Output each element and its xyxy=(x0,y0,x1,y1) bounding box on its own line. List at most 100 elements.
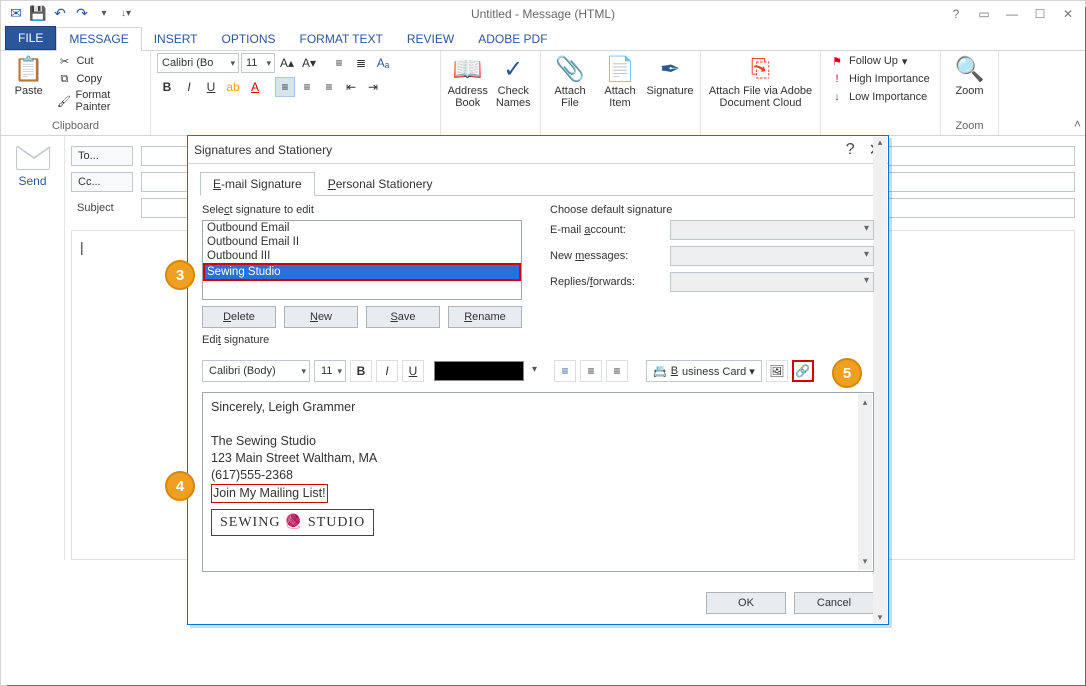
cancel-button[interactable]: Cancel xyxy=(794,592,874,614)
font-size-select[interactable]: 11 xyxy=(241,53,275,73)
edit-italic-icon[interactable]: I xyxy=(376,360,398,382)
cut-button[interactable]: ✂Cut xyxy=(56,53,144,69)
attach-item-icon: 📄 xyxy=(604,53,636,85)
copy-button[interactable]: ⧉Copy xyxy=(56,71,144,87)
dialog-help-icon[interactable]: ? xyxy=(846,141,855,159)
tab-review[interactable]: REVIEW xyxy=(395,28,466,50)
select-signature-label: Select signature to edit xyxy=(202,204,522,216)
replies-label: Replies/forwards: xyxy=(550,276,660,288)
tab-insert[interactable]: INSERT xyxy=(142,28,210,50)
edit-align-right-icon[interactable]: ≡ xyxy=(606,360,628,382)
align-left-icon[interactable]: ≡ xyxy=(275,77,295,97)
list-item[interactable]: Outbound Email II xyxy=(203,235,521,249)
outdent-icon[interactable]: ⇤ xyxy=(341,77,361,97)
zoom-button[interactable]: 🔍Zoom xyxy=(947,53,992,97)
send-label: Send xyxy=(18,174,46,188)
high-importance-button[interactable]: !High Importance xyxy=(829,71,930,87)
check-names-icon: ✓ xyxy=(497,53,529,85)
tab-message[interactable]: MESSAGE xyxy=(56,27,141,51)
redo-icon[interactable]: ↷ xyxy=(73,5,91,23)
sig-mailing-list[interactable]: Join My Mailing List! xyxy=(211,484,328,503)
copy-icon: ⧉ xyxy=(56,71,72,87)
signature-listbox[interactable]: Outbound Email Outbound Email II Outboun… xyxy=(202,220,522,300)
list-item-selected[interactable]: Sewing Studio xyxy=(203,263,521,281)
cut-icon: ✂ xyxy=(56,53,72,69)
grow-font-icon[interactable]: A▴ xyxy=(277,53,297,73)
tab-personal-stationery[interactable]: Personal Stationery xyxy=(315,172,446,195)
window-title: Untitled - Message (HTML) xyxy=(1,7,1085,21)
edit-underline-icon[interactable]: U xyxy=(402,360,424,382)
font-name-select[interactable]: Calibri (Bo xyxy=(157,53,239,73)
bullets-icon[interactable]: ≡ xyxy=(329,53,349,73)
business-card-button[interactable]: 📇 Business Card ▾ xyxy=(646,360,762,382)
email-account-select[interactable] xyxy=(670,220,874,240)
save-button[interactable]: Save xyxy=(366,306,440,328)
undo-icon[interactable]: ↶ xyxy=(51,5,69,23)
zoom-icon: 🔍 xyxy=(954,53,986,85)
edit-font-select[interactable]: Calibri (Body) xyxy=(202,360,310,382)
save-icon[interactable]: 💾 xyxy=(29,5,47,23)
styles-icon[interactable]: Aₐ xyxy=(373,53,393,73)
adobe-attach-button[interactable]: ⎘Attach File via Adobe Document Cloud xyxy=(707,53,814,109)
bold-icon[interactable]: B xyxy=(157,77,177,97)
rename-button[interactable]: Rename xyxy=(448,306,522,328)
delete-button[interactable]: Delete xyxy=(202,306,276,328)
tab-options[interactable]: OPTIONS xyxy=(210,28,288,50)
signature-editor[interactable]: Sincerely, Leigh Grammer The Sewing Stud… xyxy=(202,392,874,572)
close-icon[interactable]: ✕ xyxy=(1057,3,1079,25)
paste-button[interactable]: 📋 Paste xyxy=(7,53,50,97)
highlight-icon[interactable]: ab xyxy=(223,77,243,97)
ribbon-options-icon[interactable]: ▭ xyxy=(973,3,995,25)
edit-align-center-icon[interactable]: ≡ xyxy=(580,360,602,382)
qat-dropdown-icon[interactable]: ▾ xyxy=(95,5,113,23)
numbering-icon[interactable]: ≣ xyxy=(351,53,371,73)
font-color-swatch[interactable] xyxy=(434,361,524,381)
list-item[interactable]: Outbound Email xyxy=(203,221,521,235)
edit-align-left-icon[interactable]: ≡ xyxy=(554,360,576,382)
tab-format-text[interactable]: FORMAT TEXT xyxy=(288,28,395,50)
group-zoom-label: Zoom xyxy=(947,119,992,133)
sig-line: Sincerely, Leigh Grammer xyxy=(211,399,865,416)
font-color-icon[interactable]: A xyxy=(245,77,265,97)
indent-icon[interactable]: ⇥ xyxy=(363,77,383,97)
check-names-button[interactable]: ✓Check Names xyxy=(493,53,535,109)
signature-icon: ✒ xyxy=(654,53,686,85)
new-messages-select[interactable] xyxy=(670,246,874,266)
underline-icon[interactable]: U xyxy=(201,77,221,97)
defaults-label: Choose default signature xyxy=(550,204,874,216)
new-button[interactable]: New xyxy=(284,306,358,328)
attach-file-button[interactable]: 📎Attach File xyxy=(547,53,593,109)
email-account-label: E-mail account: xyxy=(550,224,660,236)
editor-scrollbar[interactable]: ▴▾ xyxy=(858,394,872,570)
format-painter-icon: 🖌 xyxy=(56,93,71,109)
tab-file[interactable]: FILE xyxy=(5,26,56,50)
qat-menu-icon[interactable]: ✉ xyxy=(7,5,25,23)
insert-picture-icon[interactable]: 🖼 xyxy=(766,360,788,382)
qat-down-icon[interactable]: ↓▾ xyxy=(117,5,135,23)
address-book-button[interactable]: 📖Address Book xyxy=(447,53,489,109)
edit-size-select[interactable]: 11 xyxy=(314,360,346,382)
align-center-icon[interactable]: ≡ xyxy=(297,77,317,97)
ok-button[interactable]: OK xyxy=(706,592,786,614)
insert-hyperlink-icon[interactable]: 🔗 xyxy=(792,360,814,382)
cc-button[interactable]: Cc... xyxy=(71,172,133,192)
send-button[interactable]: Send xyxy=(8,146,58,188)
italic-icon[interactable]: I xyxy=(179,77,199,97)
tab-email-signature[interactable]: E-mail Signature xyxy=(200,172,315,196)
edit-bold-icon[interactable]: B xyxy=(350,360,372,382)
tab-adobe-pdf[interactable]: ADOBE PDF xyxy=(466,28,559,50)
low-importance-button[interactable]: ↓Low Importance xyxy=(829,89,930,105)
attach-item-button[interactable]: 📄Attach Item xyxy=(597,53,643,109)
signature-button[interactable]: ✒Signature xyxy=(647,53,693,97)
follow-up-button[interactable]: ⚑Follow Up ▾ xyxy=(829,53,930,69)
maximize-icon[interactable]: ☐ xyxy=(1029,3,1051,25)
collapse-ribbon-icon[interactable]: ˄ xyxy=(1074,117,1081,131)
align-right-icon[interactable]: ≡ xyxy=(319,77,339,97)
replies-select[interactable] xyxy=(670,272,874,292)
help-icon[interactable]: ? xyxy=(945,3,967,25)
minimize-icon[interactable]: — xyxy=(1001,3,1023,25)
list-item[interactable]: Outbound III xyxy=(203,249,521,263)
to-button[interactable]: To... xyxy=(71,146,133,166)
format-painter-button[interactable]: 🖌Format Painter xyxy=(56,89,144,113)
shrink-font-icon[interactable]: A▾ xyxy=(299,53,319,73)
